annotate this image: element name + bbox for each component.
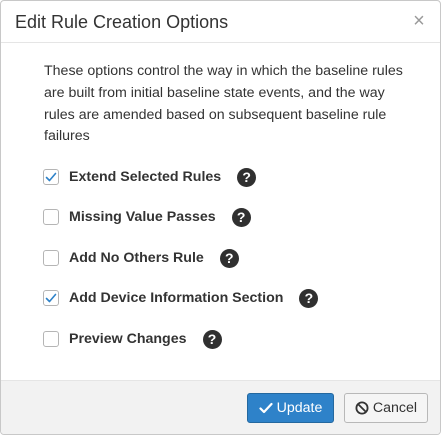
add-no-others-rule-label[interactable]: Add No Others Rule (69, 250, 204, 266)
ban-icon (355, 401, 369, 415)
question-circle-icon[interactable]: ? (202, 329, 222, 349)
dialog-description: These options control the way in which t… (44, 63, 403, 145)
option-preview-changes: Preview Changes ? (43, 327, 222, 351)
extend-selected-rules-checkbox[interactable] (43, 169, 59, 185)
add-device-information-section-label[interactable]: Add Device Information Section (69, 290, 283, 306)
question-circle-icon[interactable]: ? (219, 248, 239, 268)
extend-selected-rules-label[interactable]: Extend Selected Rules (69, 169, 221, 185)
option-extend-selected-rules: Extend Selected Rules ? (43, 165, 257, 189)
checkmark-icon (45, 172, 57, 182)
preview-changes-checkbox[interactable] (43, 331, 59, 347)
question-circle-icon[interactable]: ? (237, 167, 257, 187)
dialog-header: Edit Rule Creation Options × (1, 1, 440, 43)
update-button[interactable]: Update (247, 393, 334, 423)
missing-value-passes-label[interactable]: Missing Value Passes (69, 209, 216, 225)
cancel-button-label: Cancel (372, 400, 418, 416)
close-button[interactable]: × (410, 10, 428, 32)
update-button-label: Update (276, 400, 323, 416)
dialog-footer: Update Cancel (1, 380, 440, 434)
checkmark-icon (45, 293, 57, 303)
add-device-information-section-checkbox[interactable] (43, 290, 59, 306)
missing-value-passes-checkbox[interactable] (43, 209, 59, 225)
checkmark-icon (259, 402, 273, 414)
option-add-no-others-rule: Add No Others Rule ? (43, 246, 239, 270)
question-circle-icon[interactable]: ? (231, 207, 251, 227)
option-add-device-information-section: Add Device Information Section ? (43, 286, 319, 310)
dialog-title: Edit Rule Creation Options (15, 12, 229, 32)
add-no-others-rule-checkbox[interactable] (43, 250, 59, 266)
edit-rule-creation-options-dialog: Edit Rule Creation Options × These optio… (0, 0, 441, 435)
option-missing-value-passes: Missing Value Passes ? (43, 205, 251, 229)
preview-changes-label[interactable]: Preview Changes (69, 331, 187, 347)
question-circle-icon[interactable]: ? (299, 288, 319, 308)
cancel-button[interactable]: Cancel (344, 393, 428, 423)
